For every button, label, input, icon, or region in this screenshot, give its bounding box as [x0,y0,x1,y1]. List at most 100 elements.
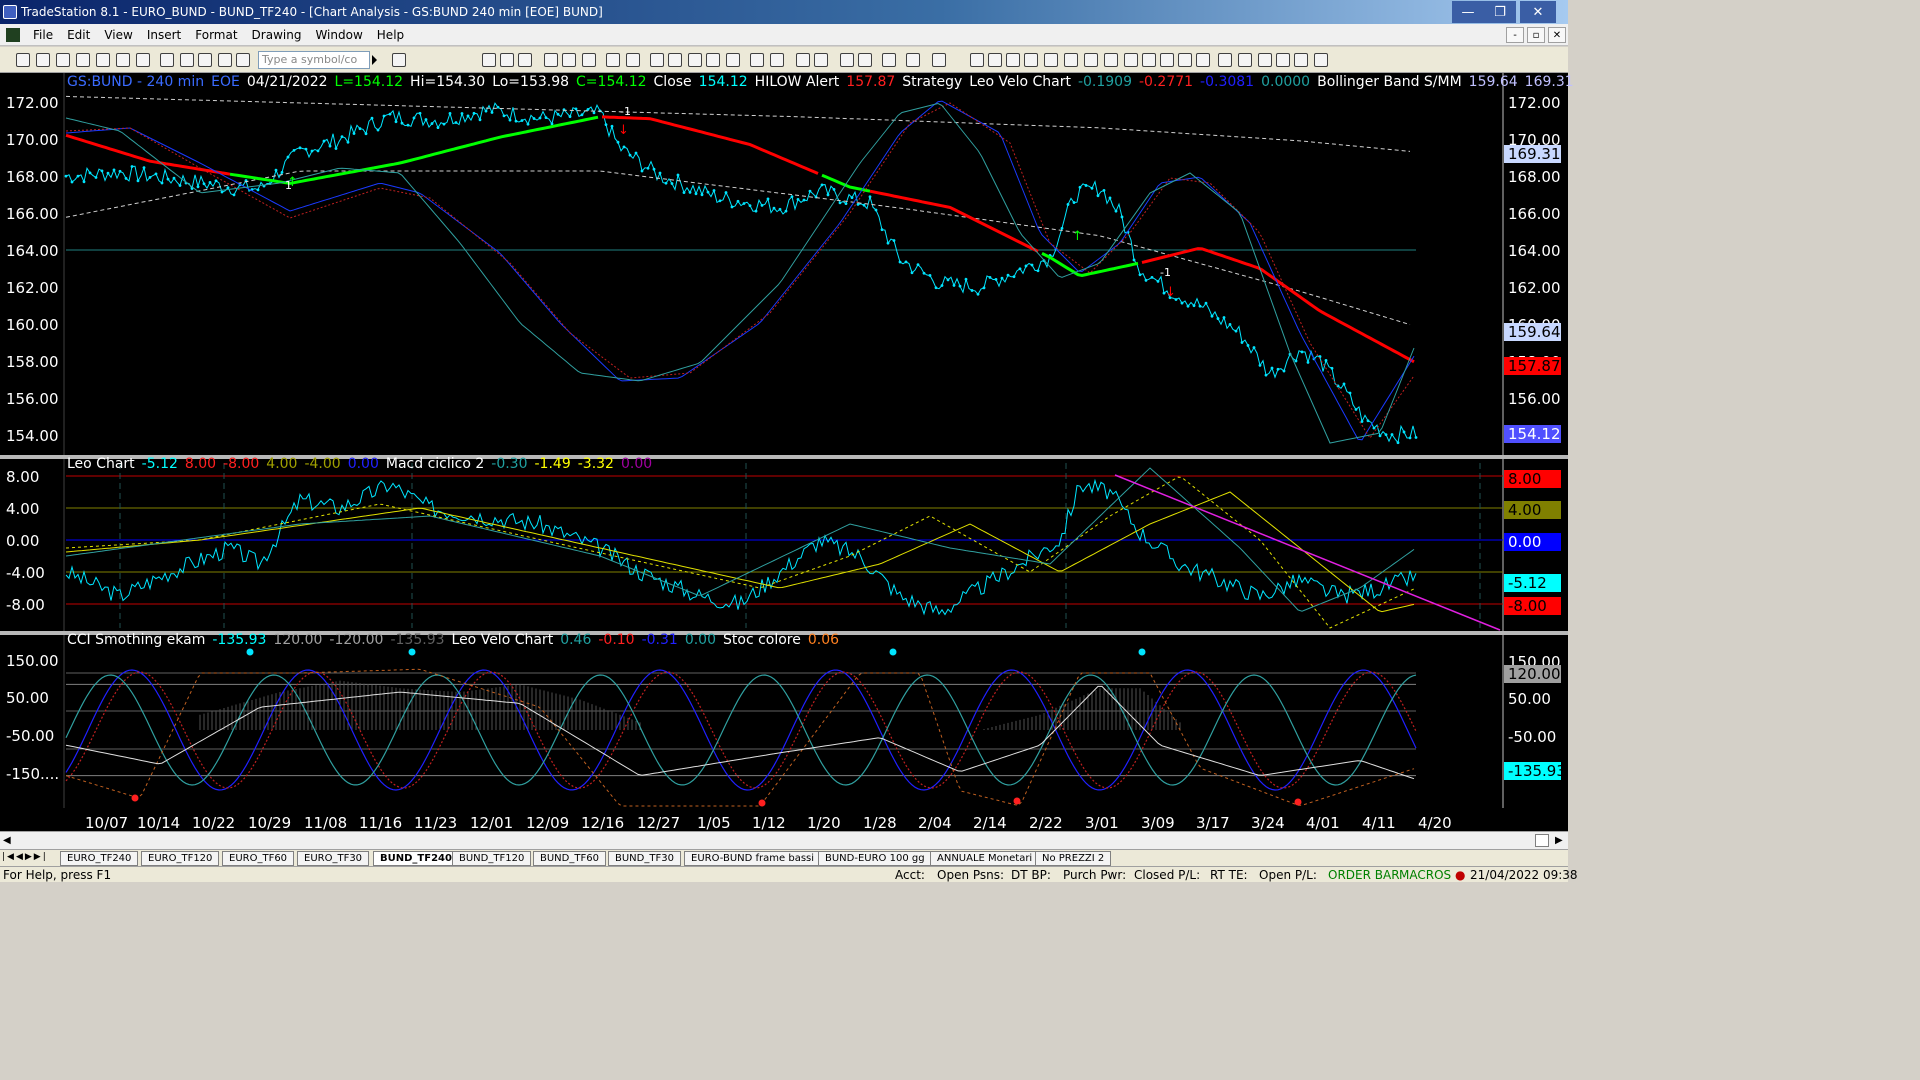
open-workspace-icon[interactable] [76,53,90,67]
time-tick: 3/01 [1085,814,1119,832]
symbol-lookup-icon[interactable] [392,53,406,67]
tab-bund-tf60[interactable]: BUND_TF60 [533,851,606,866]
ellipse-icon[interactable] [1276,53,1290,67]
menu-help[interactable]: Help [370,28,411,42]
tools-icon[interactable] [882,53,896,67]
insert-strategy-icon[interactable] [626,53,640,67]
insert-indicator-icon[interactable] [606,53,620,67]
scroll-thumb[interactable] [1535,834,1549,847]
trade-icon[interactable] [932,53,946,67]
tab-euro-tf30[interactable]: EURO_TF30 [297,851,370,866]
close-button[interactable]: ✕ [1520,1,1556,23]
menu-edit[interactable]: Edit [60,28,97,42]
chart-canvas[interactable]: ↑1↓-1↑↓-1 [0,73,1568,831]
osc-tag-minus8: -8.00 [1504,597,1561,615]
tab-no-prezzi-2[interactable]: No PREZZI 2 [1035,851,1112,866]
trendline-icon[interactable] [970,53,984,67]
parallel-lines-icon[interactable] [1124,53,1138,67]
new-icon[interactable] [16,53,30,67]
menu-view[interactable]: View [97,28,139,42]
menu-drawing[interactable]: Drawing [245,28,309,42]
fibonacci-icon[interactable] [1024,53,1038,67]
arrow-up-red-icon[interactable] [1258,53,1272,67]
freehand-icon[interactable] [1196,53,1210,67]
matrix-icon[interactable] [518,53,532,67]
print-icon[interactable] [136,53,150,67]
regression-icon[interactable] [1064,53,1078,67]
print-preview-icon[interactable] [116,53,130,67]
hdr-cci-v1: -135.93 [212,632,267,648]
zoom-in-icon[interactable] [796,53,810,67]
dot-chart-icon[interactable] [726,53,740,67]
maximize-button[interactable]: ❐ [1484,1,1516,23]
portfolio-icon[interactable] [582,53,596,67]
radar-screen-icon[interactable] [500,53,514,67]
menu-file[interactable]: File [26,28,60,42]
line-chart-icon[interactable] [688,53,702,67]
menu-window[interactable]: Window [308,28,369,42]
tab-euro-tf60[interactable]: EURO_TF60 [222,851,295,866]
measure-icon[interactable] [1142,53,1156,67]
menu-format[interactable]: Format [188,28,244,42]
horizontal-line-icon[interactable] [988,53,1002,67]
chart-area[interactable]: ↑ 1 ↓ -1 ↑ ↓ -1 GS:BUND - 240 min EOE 04/21/20… [0,73,1574,832]
andrews-pitchfork-icon[interactable] [1104,53,1118,67]
chart-analysis-icon[interactable] [482,53,496,67]
unlink-icon[interactable] [180,53,194,67]
tab-bund-tf120[interactable]: BUND_TF120 [452,851,532,866]
tab-euro-tf120[interactable]: EURO_TF120 [141,851,220,866]
print-chart-icon[interactable] [906,53,920,67]
link-icon[interactable] [160,53,174,67]
arrow-up-draw-icon[interactable] [1218,53,1232,67]
tab-euro-bund-frame-bassi[interactable]: EURO-BUND frame bassi [684,851,822,866]
save-icon[interactable] [96,53,110,67]
hdr-cci-v3: -120.00 [329,632,384,648]
candlestick-icon[interactable] [668,53,682,67]
price-dot [700,193,704,197]
color-icon[interactable] [236,53,250,67]
tab-nav-arrows-icon[interactable]: |◀◀▶▶| [2,852,48,862]
price-dot [586,108,590,111]
go-arrow-icon[interactable] [372,55,377,65]
status-macros[interactable]: MACROS [1399,867,1451,883]
speed-lines-icon[interactable] [1044,53,1058,67]
gann-fan-icon[interactable] [1006,53,1020,67]
symbol-input[interactable]: Type a symbol/co [258,51,370,69]
tab-euro-tf240[interactable]: EURO_TF240 [60,851,139,866]
options-icon[interactable] [544,53,558,67]
price-dot [976,292,980,296]
osc-tag-8: 8.00 [1504,470,1561,488]
mdi-restore-button[interactable]: ▫ [1527,27,1545,43]
drawing-tools-icon[interactable] [218,53,232,67]
compress-icon[interactable] [750,53,764,67]
minimize-button[interactable]: — [1452,1,1484,23]
price-tag-boll-upper: 169.31 [1504,145,1561,163]
tab-bund-tf30[interactable]: BUND_TF30 [608,851,681,866]
data-tip-icon[interactable] [858,53,872,67]
tab-bund-tf240[interactable]: BUND_TF240 [373,851,459,866]
tab-bund-euro-100gg[interactable]: BUND-EURO 100 gg [818,851,932,866]
expand-icon[interactable] [770,53,784,67]
cycle-icon[interactable] [1178,53,1192,67]
arc-icon[interactable] [1160,53,1174,67]
mdi-minimize-button[interactable]: - [1506,27,1524,43]
status-order-bar[interactable]: ORDER BAR [1328,867,1400,883]
open-icon[interactable] [36,53,50,67]
menu-insert[interactable]: Insert [140,28,188,42]
pointer-icon[interactable] [840,53,854,67]
scroll-right-icon[interactable]: ▶ [1555,835,1563,846]
lock-icon[interactable] [198,53,212,67]
ohlc-icon[interactable] [706,53,720,67]
arrow-down-draw-icon[interactable] [1238,53,1252,67]
zoom-out-icon[interactable] [814,53,828,67]
bar-chart-icon[interactable] [650,53,664,67]
scroll-left-icon[interactable]: ◀ [3,835,11,846]
tab-annuale-monetari[interactable]: ANNUALE Monetari [930,851,1040,866]
mdi-close-button[interactable]: ✕ [1548,27,1566,43]
scanner-icon[interactable] [562,53,576,67]
horizontal-scrollbar[interactable]: ◀ ▶ [0,831,1568,849]
new-workspace-icon[interactable] [56,53,70,67]
channel-icon[interactable] [1084,53,1098,67]
text-abc-icon[interactable] [1314,53,1328,67]
rectangle-icon[interactable] [1294,53,1308,67]
